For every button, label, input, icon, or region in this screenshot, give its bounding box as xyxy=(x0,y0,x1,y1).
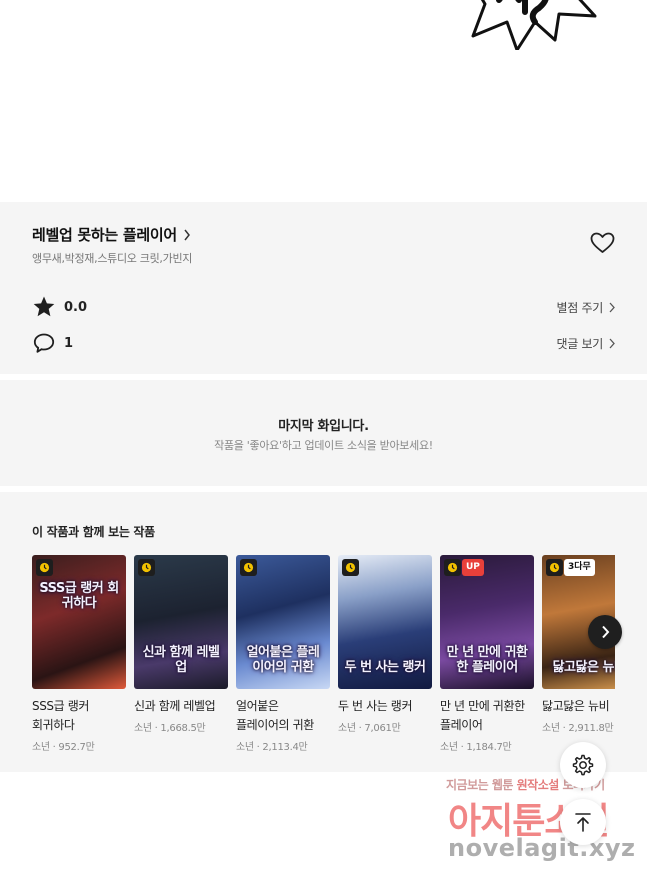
recommendation-title[interactable]: SSS급 랭커 회귀하다 xyxy=(32,697,126,735)
give-rating-label[interactable]: 별점 주기 xyxy=(557,299,604,316)
cover-thumbnail[interactable]: 얼어붙은 플레이어의 귀환 xyxy=(236,555,330,689)
recommendation-card[interactable]: 신과 함께 레벨업 신과 함께 레벨업 소년 · 1,668.5만 xyxy=(134,555,228,734)
star-icon xyxy=(33,296,55,317)
work-title[interactable]: 레벨업 못하는 플레이어 xyxy=(32,224,177,245)
last-episode-heading: 마지막 화입니다. xyxy=(278,419,369,434)
recommendation-meta: 소년 · 2,113.4만 xyxy=(236,742,308,753)
carousel-next-button[interactable] xyxy=(588,615,622,649)
recommendation-card[interactable]: 두 번 사는 랭커 두 번 사는 랭커 소년 · 7,061만 xyxy=(338,555,432,734)
recommendations-section: 이 작품과 함께 보는 작품 SSS급 랭커 회귀하다 SSS급 랭커 회귀하다… xyxy=(0,492,647,772)
arrow-up-icon xyxy=(575,813,591,832)
recommendation-card[interactable]: 얼어붙은 플레이어의 귀환 얼어붙은 플레이어의 귀환 소년 · 2,113.4… xyxy=(236,555,330,753)
chevron-right-icon xyxy=(184,229,190,240)
cover-thumbnail[interactable]: UP 만 년 만에 귀환한 플레이어 xyxy=(440,555,534,689)
work-authors: 앵무새,박정재,스튜디오 크릿,가빈지 xyxy=(32,252,193,265)
chevron-right-icon xyxy=(609,302,615,312)
cover-title-text: SSS급 랭커 회귀하다 xyxy=(39,581,119,611)
heart-outline-icon[interactable] xyxy=(590,232,615,254)
clock-icon xyxy=(240,559,257,576)
recommendation-card[interactable]: UP 만 년 만에 귀환한 플레이어 만 년 만에 귀환한 플레이어 소년 · … xyxy=(440,555,534,753)
recommendation-title[interactable]: 두 번 사는 랭커 xyxy=(338,697,432,716)
clock-icon xyxy=(444,559,461,576)
comment-row: 1 댓글 보기 xyxy=(32,331,615,355)
view-comments-button[interactable]: 댓글 보기 xyxy=(557,335,615,352)
recommendation-meta: 소년 · 1,668.5만 xyxy=(134,723,206,734)
view-comments-label[interactable]: 댓글 보기 xyxy=(557,335,604,352)
clock-icon xyxy=(138,559,155,576)
recommendation-title[interactable]: 얼어붙은 플레이어의 귀환 xyxy=(236,697,330,735)
cover-title-text: 두 번 사는 랭커 xyxy=(344,660,426,675)
cover-title-text: 만 년 만에 귀환한 플레이어 xyxy=(446,645,528,675)
gear-icon xyxy=(572,754,594,776)
cover-thumbnail[interactable]: SSS급 랭커 회귀하다 xyxy=(32,555,126,689)
recommendation-title[interactable]: 신과 함께 레벨업 xyxy=(134,697,228,716)
cover-title-text: 얼어붙은 플레이어의 귀환 xyxy=(246,645,320,675)
cover-thumbnail[interactable]: 신과 함께 레벨업 xyxy=(134,555,228,689)
clock-icon xyxy=(546,559,563,576)
days-free-badge: 3다무 xyxy=(564,559,595,576)
clock-icon xyxy=(342,559,359,576)
watermark-line-3: novelagit.xyz xyxy=(448,834,636,862)
speech-bubble-icon xyxy=(33,333,55,353)
recommendations-heading: 이 작품과 함께 보는 작품 xyxy=(32,525,155,539)
recommendation-title[interactable]: 만 년 만에 귀환한 플레이어 xyxy=(440,697,534,735)
site-watermark: 지금보는 웹툰 원작소설 보러가기 아지툰소설 novelagit.xyz xyxy=(440,776,640,866)
recommendation-title[interactable]: 닳고닳은 뉴비 xyxy=(542,697,615,716)
watermark-text: 원작소설 xyxy=(516,778,560,792)
give-rating-button[interactable]: 별점 주기 xyxy=(557,299,615,316)
recommendation-card[interactable]: SSS급 랭커 회귀하다 SSS급 랭커 회귀하다 소년 · 952.7만 xyxy=(32,555,126,753)
chevron-right-icon xyxy=(601,625,609,639)
recommendation-meta: 소년 · 952.7만 xyxy=(32,742,95,753)
burst-sfx-art xyxy=(471,0,597,50)
last-episode-subtext: 작품을 '좋아요'하고 업데이트 소식을 받아보세요! xyxy=(214,439,433,452)
rating-row: 0.0 별점 주기 xyxy=(32,295,615,319)
settings-button[interactable] xyxy=(560,742,606,788)
chevron-right-icon xyxy=(609,338,615,348)
episode-last-panel-art xyxy=(0,0,647,200)
recommendations-carousel[interactable]: SSS급 랭커 회귀하다 SSS급 랭커 회귀하다 소년 · 952.7만 신과… xyxy=(32,555,615,765)
watermark-text: 지금보는 웹툰 xyxy=(446,778,513,792)
cover-title-text: 신과 함께 레벨업 xyxy=(142,645,220,675)
comment-count: 1 xyxy=(64,335,74,351)
scroll-to-top-button[interactable] xyxy=(560,799,606,845)
work-title-link[interactable]: 레벨업 못하는 플레이어 xyxy=(32,224,191,245)
last-episode-notice: 마지막 화입니다. 작품을 '좋아요'하고 업데이트 소식을 받아보세요! xyxy=(0,380,647,486)
cover-title-text: 닳고닳은 뉴비 xyxy=(552,660,615,675)
cover-thumbnail[interactable]: 두 번 사는 랭커 xyxy=(338,555,432,689)
rating-value: 0.0 xyxy=(64,299,88,315)
recommendation-meta: 소년 · 7,061만 xyxy=(338,723,401,734)
clock-icon xyxy=(36,559,53,576)
work-info-panel: 레벨업 못하는 플레이어 앵무새,박정재,스튜디오 크릿,가빈지 0.0 별점 … xyxy=(0,202,647,374)
up-badge: UP xyxy=(462,559,484,576)
recommendation-meta: 소년 · 1,184.7만 xyxy=(440,742,512,753)
recommendation-meta: 소년 · 2,911.8만 xyxy=(542,723,614,734)
